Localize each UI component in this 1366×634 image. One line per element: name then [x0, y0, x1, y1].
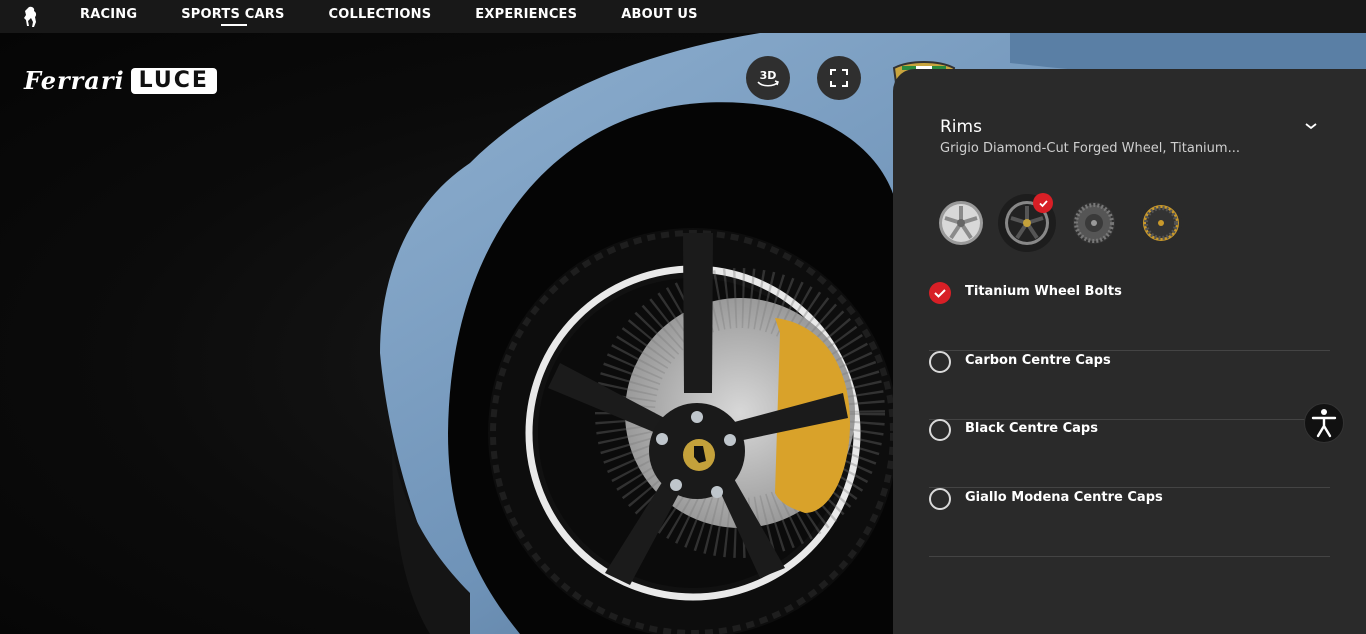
ferrari-luce-logo[interactable]: Ferrari LUCE: [24, 66, 217, 95]
brand-name: Ferrari: [24, 66, 125, 95]
panel-title: Rims: [940, 117, 982, 137]
product-name: LUCE: [130, 67, 217, 94]
nav-racing[interactable]: RACING: [80, 0, 137, 33]
fullscreen-button[interactable]: [817, 56, 861, 100]
nav-about-us[interactable]: ABOUT US: [621, 0, 698, 33]
panel-subtitle: Grigio Diamond-Cut Forged Wheel, Titaniu…: [940, 141, 1240, 156]
option-label: Black Centre Caps: [965, 421, 1098, 436]
rim-option-gold[interactable]: [1138, 200, 1184, 246]
rim-option-black[interactable]: [998, 193, 1056, 252]
chevron-down-icon[interactable]: [1303, 118, 1319, 134]
config-panel: Rims Grigio Diamond-Cut Forged Wheel, Ti…: [893, 69, 1366, 634]
checkbox-checked-icon[interactable]: [929, 282, 951, 304]
accessibility-button[interactable]: [1304, 403, 1344, 443]
radio-unchecked-icon[interactable]: [929, 351, 951, 373]
rim-option-silver[interactable]: [938, 200, 984, 246]
silver-rim-icon: [939, 201, 983, 245]
gold-rim-icon: [1140, 202, 1182, 244]
option-label: Titanium Wheel Bolts: [965, 284, 1122, 299]
nav-experiences[interactable]: EXPERIENCES: [475, 0, 577, 33]
view-3d-button[interactable]: 3D: [746, 56, 790, 100]
fullscreen-icon: [830, 69, 848, 87]
radio-unchecked-icon[interactable]: [929, 419, 951, 441]
rim-option-grey[interactable]: [1071, 200, 1117, 246]
option-label: Carbon Centre Caps: [965, 353, 1111, 368]
top-nav: RACING SPORTS CARS COLLECTIONS EXPERIENC…: [0, 0, 1366, 33]
configurator-page: RACING SPORTS CARS COLLECTIONS EXPERIENC…: [0, 0, 1366, 634]
accessibility-icon: [1311, 409, 1337, 438]
grey-rim-icon: [1073, 202, 1115, 244]
option-giallo-modena-centre-caps[interactable]: Giallo Modena Centre Caps: [929, 488, 1330, 557]
option-titanium-wheel-bolts[interactable]: Titanium Wheel Bolts: [929, 282, 1330, 351]
prancing-horse-logo-icon[interactable]: [20, 6, 42, 28]
radio-unchecked-icon[interactable]: [929, 488, 951, 510]
selected-check-icon: [1033, 193, 1053, 213]
rotate-icon: [757, 80, 779, 87]
nav-collections[interactable]: COLLECTIONS: [329, 0, 432, 33]
nav-sports-cars[interactable]: SPORTS CARS: [181, 0, 284, 33]
option-carbon-centre-caps[interactable]: Carbon Centre Caps: [929, 351, 1330, 420]
option-label: Giallo Modena Centre Caps: [965, 490, 1163, 505]
option-black-centre-caps[interactable]: Black Centre Caps: [929, 419, 1330, 488]
